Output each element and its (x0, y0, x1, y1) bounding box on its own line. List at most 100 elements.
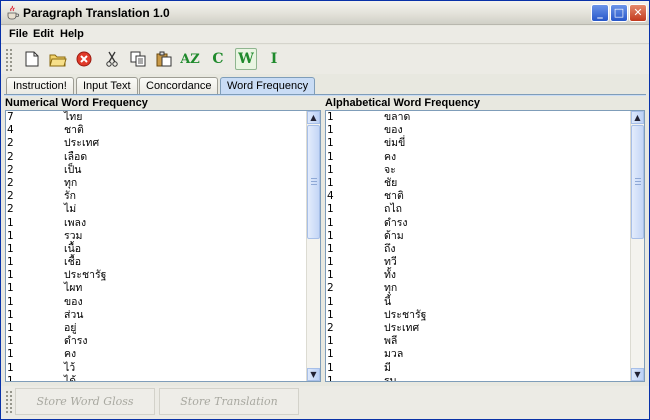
list-item[interactable]: 1 จะ (326, 164, 630, 177)
list-item[interactable]: 2 ไม่ (6, 203, 306, 216)
numerical-scrollbar[interactable]: ▲ ▼ (306, 111, 320, 381)
list-item[interactable]: 1 ประชารัฐ (326, 309, 630, 322)
maximize-button[interactable]: □ (610, 4, 628, 22)
list-item[interactable]: 1 ขลาด (326, 111, 630, 124)
word-text: ชาติ (64, 124, 84, 137)
scroll-thumb[interactable] (307, 125, 320, 239)
bottom-toolbar-grip[interactable] (5, 390, 13, 414)
word-text: ไม่ (64, 203, 77, 216)
list-item[interactable]: 1 เชื้อ (6, 256, 306, 269)
scroll-up-arrow-icon[interactable]: ▲ (631, 111, 644, 124)
scroll-thumb[interactable] (631, 125, 644, 239)
store-translation-button[interactable]: Store Translation (159, 388, 299, 415)
list-item[interactable]: 1 รวม (6, 230, 306, 243)
list-item[interactable]: 1 ไว้ (6, 362, 306, 375)
frequency-count: 1 (327, 111, 334, 123)
word-text: ทั้ง (384, 269, 397, 282)
tab-input-text[interactable]: Input Text (76, 77, 138, 95)
list-item[interactable]: 1 มวล (326, 348, 630, 361)
word-text: ประเทศ (384, 322, 420, 334)
tab-concordance[interactable]: Concordance (139, 77, 219, 95)
new-button[interactable] (21, 48, 43, 70)
menu-edit[interactable]: Edit (33, 28, 54, 40)
cut-button[interactable] (101, 48, 123, 70)
list-item[interactable]: 1 ของ (6, 296, 306, 309)
list-item[interactable]: 1 คง (6, 348, 306, 361)
toolbar-grip[interactable] (5, 48, 13, 72)
list-item[interactable]: 2 ประเทศ (326, 322, 630, 335)
store-word-gloss-button[interactable]: Store Word Gloss (15, 388, 155, 415)
tab-instruction[interactable]: Instruction! (6, 77, 74, 95)
list-item[interactable]: 1 เนื้อ (6, 243, 306, 256)
maximize-icon: □ (613, 6, 625, 19)
list-item[interactable]: 1 ถไถ (326, 203, 630, 216)
list-item[interactable]: 1 อยู่ (6, 322, 306, 335)
list-item[interactable]: 2 เลือด (6, 151, 306, 164)
list-item[interactable]: 4 ชาติ (326, 190, 630, 203)
word-frequency-button[interactable]: W (235, 48, 257, 70)
list-item[interactable]: 1 ถึง (326, 243, 630, 256)
paste-button[interactable] (153, 48, 175, 70)
title-bar[interactable]: Paragraph Translation 1.0 _ □ ✕ (1, 1, 649, 25)
list-item[interactable]: 1 ด้าม (326, 230, 630, 243)
tab-word-frequency[interactable]: Word Frequency (220, 77, 316, 95)
scroll-down-arrow-icon[interactable]: ▼ (307, 368, 320, 381)
scroll-down-arrow-icon[interactable]: ▼ (631, 368, 644, 381)
open-button[interactable] (47, 48, 69, 70)
list-item[interactable]: 1 คง (326, 151, 630, 164)
list-item[interactable]: 1 เพลง (6, 217, 306, 230)
minimize-button[interactable]: _ (591, 4, 609, 22)
word-text: เป็น (64, 163, 82, 176)
frequency-count: 1 (7, 322, 14, 334)
list-item[interactable]: 1 พลี (326, 335, 630, 348)
list-item[interactable]: 1 ไผท (6, 282, 306, 295)
list-item[interactable]: 1 นี้ (326, 296, 630, 309)
word-text: ส่วน (64, 308, 84, 321)
list-item[interactable]: 1 มี (326, 362, 630, 375)
list-item[interactable]: 2 เป็น (6, 164, 306, 177)
copy-button[interactable] (127, 48, 149, 70)
list-item[interactable]: 2 ประเทศ (6, 137, 306, 150)
list-item[interactable]: 1 ดำรง (326, 217, 630, 230)
frequency-count: 1 (7, 256, 14, 269)
frequency-count: 2 (7, 176, 14, 189)
frequency-count: 1 (327, 374, 334, 381)
list-item[interactable]: 7 ไทย (6, 111, 306, 124)
list-item[interactable]: 1 ดำรง (6, 335, 306, 348)
list-item[interactable]: 1 ข่มขี่ (326, 137, 630, 150)
stop-button[interactable] (73, 48, 95, 70)
sort-az-button[interactable]: AZ (179, 48, 201, 70)
concordance-button[interactable]: C (207, 48, 229, 70)
word-text: ดำรง (64, 335, 88, 348)
menu-file[interactable]: File (9, 28, 28, 40)
list-item[interactable]: 1 ทั้ง (326, 269, 630, 282)
word-text: ของ (64, 295, 83, 308)
scroll-up-arrow-icon[interactable]: ▲ (307, 111, 320, 124)
list-item[interactable]: 1 ส่วน (6, 309, 306, 322)
numerical-frequency-list[interactable]: 7 ไทย 4 ชาติ 2 ประเทศ 2 เลือด 2 เป็น 2 ทุก 2 รัก 2 ไม่ 1… (5, 110, 321, 382)
list-item[interactable]: 1 ของ (326, 124, 630, 137)
instruction-button[interactable]: I (263, 48, 285, 70)
tab-strip: Instruction! Input Text Concordance Word… (6, 77, 646, 95)
list-item[interactable]: 2 ทุก (6, 177, 306, 190)
sort-az-icon: AZ (180, 51, 200, 67)
close-button[interactable]: ✕ (629, 4, 647, 22)
menu-help[interactable]: Help (60, 28, 84, 40)
list-item[interactable]: 1 ประชารัฐ (6, 269, 306, 282)
alphabetical-scrollbar[interactable]: ▲ ▼ (630, 111, 644, 381)
list-item[interactable]: 4 ชาติ (6, 124, 306, 137)
word-text: รัก (64, 190, 76, 203)
frequency-count: 1 (327, 348, 334, 361)
list-item[interactable]: 2 ทุก (326, 282, 630, 295)
word-text: เนื้อ (64, 242, 82, 255)
list-item[interactable]: 1 ทวี (326, 256, 630, 269)
word-text: ของ (384, 124, 403, 137)
alphabetical-frequency-list[interactable]: 1 ขลาด 1 ของ 1 ข่มขี่ 1 คง 1 จะ 1 ชัย 4 ชาติ 1 ถไถ 1 ดำรง… (325, 110, 645, 382)
new-document-icon (25, 51, 39, 67)
list-item[interactable]: 1 ได้ (6, 375, 306, 381)
list-item[interactable]: 1 ชัย (326, 177, 630, 190)
list-item[interactable]: 2 รัก (6, 190, 306, 203)
list-item[interactable]: 1 รบ (326, 375, 630, 381)
frequency-count: 1 (7, 282, 14, 295)
close-icon: ✕ (633, 6, 643, 19)
